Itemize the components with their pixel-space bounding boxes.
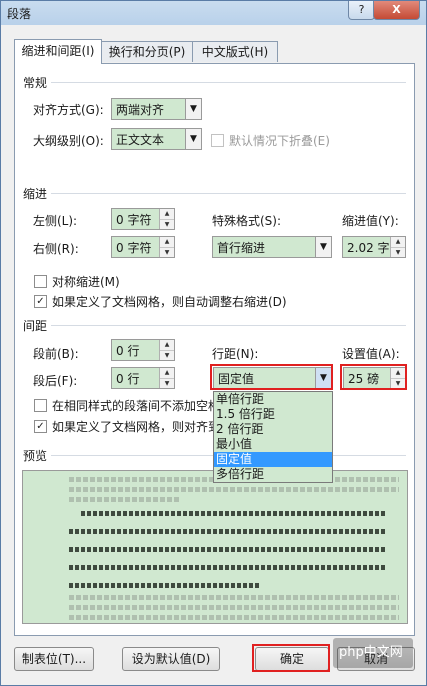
- spacing-at-highlight: [340, 364, 407, 390]
- left-indent-label: 左侧(L):: [33, 214, 78, 228]
- preview-line: [69, 487, 399, 492]
- dropdown-option[interactable]: 1.5 倍行距: [214, 407, 332, 422]
- paragraph-dialog: 段落 ? X 缩进和间距(I) 换行和分页(P) 中文版式(H) 常规 对齐方式…: [0, 0, 427, 686]
- indent-by-label: 缩进值(Y):: [342, 214, 399, 228]
- spacing-at-label: 设置值(A):: [342, 347, 400, 361]
- help-button[interactable]: ?: [348, 1, 375, 20]
- outline-select[interactable]: 正文文本 ▼: [111, 128, 202, 150]
- preview-line: [69, 547, 386, 552]
- spin-up-icon[interactable]: ▲: [160, 209, 174, 219]
- spin-up-icon[interactable]: ▲: [160, 237, 174, 247]
- preview-line: [69, 605, 399, 610]
- ok-highlight: [252, 644, 330, 672]
- space-before-spinner[interactable]: 0 行 ▲ ▼: [111, 339, 175, 361]
- dropdown-option[interactable]: 多倍行距: [214, 467, 332, 482]
- grid-indent-label: 如果定义了文档网格，则自动调整右缩进(D): [52, 295, 287, 309]
- preview-line: [69, 565, 386, 570]
- grid-snap-label: 如果定义了文档网格，则对齐到: [52, 420, 221, 434]
- tab-panel: 常规 对齐方式(G): 两端对齐 ▼ 大纲级别(O): 正文文本 ▼ 默认情况下…: [14, 63, 415, 636]
- dropdown-option-selected[interactable]: 固定值: [214, 452, 332, 467]
- line-spacing-label: 行距(N):: [212, 347, 259, 361]
- right-indent-spinner[interactable]: 0 字符 ▲ ▼: [111, 236, 175, 258]
- right-indent-label: 右侧(R):: [33, 242, 79, 256]
- dropdown-option[interactable]: 2 倍行距: [214, 422, 332, 437]
- line-spacing-dropdown: 单倍行距 1.5 倍行距 2 倍行距 最小值 固定值 多倍行距: [213, 391, 333, 483]
- collapse-label: 默认情况下折叠(E): [229, 134, 330, 148]
- dropdown-option[interactable]: 最小值: [214, 437, 332, 452]
- spin-buttons[interactable]: ▲ ▼: [159, 368, 174, 388]
- collapse-checkbox[interactable]: [211, 134, 224, 147]
- preview-line: [69, 529, 386, 534]
- tab-line-page-breaks[interactable]: 换行和分页(P): [101, 41, 193, 62]
- space-after-spinner[interactable]: 0 行 ▲ ▼: [111, 367, 175, 389]
- outline-value: 正文文本: [116, 133, 165, 147]
- preview-line: [69, 497, 179, 502]
- tab-asian-typography[interactable]: 中文版式(H): [192, 41, 278, 62]
- special-indent-select[interactable]: 首行缩进 ▼: [212, 236, 332, 258]
- dialog-title: 段落: [7, 7, 32, 21]
- grid-snap-checkbox[interactable]: ✓: [34, 420, 47, 433]
- alignment-label: 对齐方式(G):: [33, 103, 104, 117]
- spin-up-icon[interactable]: ▲: [391, 237, 405, 247]
- right-indent-value: 0 字符: [116, 241, 152, 255]
- spin-up-icon[interactable]: ▲: [160, 340, 174, 350]
- spin-down-icon[interactable]: ▼: [160, 350, 174, 361]
- spin-buttons[interactable]: ▲ ▼: [159, 340, 174, 360]
- set-default-button[interactable]: 设为默认值(D): [122, 647, 220, 671]
- indent-by-spinner[interactable]: 2.02 字符 ▲ ▼: [342, 236, 406, 258]
- special-indent-label: 特殊格式(S):: [212, 214, 282, 228]
- special-indent-value: 首行缩进: [217, 241, 266, 255]
- indent-divider: [51, 193, 406, 194]
- general-heading: 常规: [23, 76, 48, 90]
- space-after-value: 0 行: [116, 372, 140, 386]
- preview-line: [69, 583, 259, 588]
- line-spacing-highlight: [210, 364, 333, 390]
- spin-down-icon[interactable]: ▼: [160, 247, 174, 258]
- space-after-label: 段后(F):: [33, 374, 78, 388]
- preview-line: [69, 615, 399, 620]
- tab-indents-spacing[interactable]: 缩进和间距(I): [14, 39, 102, 64]
- dropdown-option[interactable]: 单倍行距: [214, 392, 332, 407]
- watermark: php中文网: [333, 638, 413, 668]
- chevron-down-icon: ▼: [185, 99, 201, 119]
- left-indent-value: 0 字符: [116, 213, 152, 227]
- spin-down-icon[interactable]: ▼: [160, 219, 174, 230]
- no-space-checkbox[interactable]: [34, 399, 47, 412]
- no-space-label: 在相同样式的段落间不添加空格: [52, 399, 221, 413]
- preview-heading: 预览: [23, 449, 48, 463]
- title-bar: 段落 ? X: [1, 1, 426, 25]
- alignment-select[interactable]: 两端对齐 ▼: [111, 98, 202, 120]
- preview-line: [69, 595, 399, 600]
- grid-indent-checkbox[interactable]: ✓: [34, 295, 47, 308]
- space-before-label: 段前(B):: [33, 347, 79, 361]
- tabs-button[interactable]: 制表位(T)...: [14, 647, 94, 671]
- close-button[interactable]: X: [373, 1, 420, 20]
- spin-buttons[interactable]: ▲ ▼: [390, 237, 405, 257]
- mirror-indent-checkbox[interactable]: [34, 275, 47, 288]
- chevron-down-icon: ▼: [315, 237, 331, 257]
- indent-heading: 缩进: [23, 187, 48, 201]
- spin-down-icon[interactable]: ▼: [160, 378, 174, 389]
- preview-line: [81, 511, 386, 516]
- outline-label: 大纲级别(O):: [33, 134, 104, 148]
- spacing-heading: 间距: [23, 319, 48, 333]
- spin-up-icon[interactable]: ▲: [160, 368, 174, 378]
- spin-buttons[interactable]: ▲ ▼: [159, 209, 174, 229]
- chevron-down-icon: ▼: [185, 129, 201, 149]
- spacing-divider: [51, 325, 406, 326]
- space-before-value: 0 行: [116, 344, 140, 358]
- mirror-indent-label: 对称缩进(M): [52, 275, 120, 289]
- alignment-value: 两端对齐: [116, 103, 165, 117]
- general-divider: [51, 82, 406, 83]
- spin-buttons[interactable]: ▲ ▼: [159, 237, 174, 257]
- preview-area: [22, 470, 408, 624]
- spin-down-icon[interactable]: ▼: [391, 247, 405, 257]
- left-indent-spinner[interactable]: 0 字符 ▲ ▼: [111, 208, 175, 230]
